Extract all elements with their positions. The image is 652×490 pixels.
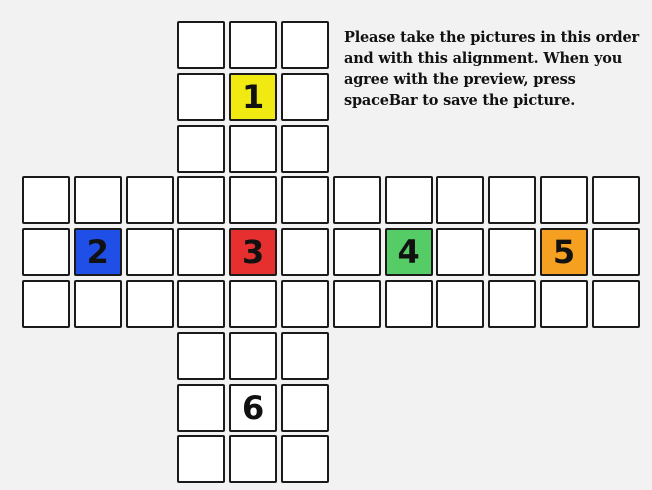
face-3-cell — [177, 280, 226, 328]
face-4-cell — [436, 280, 485, 328]
face-5-cell — [488, 228, 537, 277]
face-2-center: 2 — [73, 228, 122, 277]
face-3-center: 3 — [229, 228, 278, 277]
instructions-text: Please take the pictures in this order a… — [344, 29, 639, 109]
face-5-cell — [591, 228, 640, 277]
face-3-cell — [229, 280, 278, 328]
face-6-cell — [281, 435, 329, 484]
face-3-cell — [281, 280, 329, 328]
face-1-label: 1 — [242, 77, 265, 116]
face-2-cell — [22, 176, 70, 225]
face-1-cell — [281, 21, 329, 69]
face-4-cell — [332, 228, 381, 277]
face-6-center: 6 — [229, 383, 278, 432]
face-1-cell — [281, 72, 329, 121]
face-5-cell — [540, 280, 588, 328]
face-1-cell — [177, 72, 226, 121]
face-1-cell — [229, 21, 278, 69]
face-2-cell — [125, 228, 174, 277]
face-4-center: 4 — [384, 228, 433, 277]
face-6-cell — [281, 383, 329, 432]
face-3-cell — [177, 228, 226, 277]
face-2-label: 2 — [86, 233, 109, 272]
face-1-cell — [281, 124, 329, 173]
face-5-cell — [591, 280, 640, 328]
face-4-cell — [332, 280, 381, 328]
face-4-cell — [332, 176, 381, 225]
face-4-label: 4 — [397, 233, 420, 272]
face-3-cell — [281, 228, 329, 277]
face-2-cell — [73, 280, 122, 328]
face-6-cell — [229, 435, 278, 484]
face-3-cell — [229, 176, 278, 225]
face-1-cell — [177, 124, 226, 173]
face-3-cell — [281, 176, 329, 225]
face-4-cell — [384, 176, 433, 225]
face-6-cell — [177, 331, 226, 380]
face-2-cell — [22, 280, 70, 328]
face-6-cell — [177, 435, 226, 484]
face-5-center: 5 — [540, 228, 588, 277]
face-5-cell — [488, 280, 537, 328]
face-4-cell — [436, 176, 485, 225]
face-5-cell — [540, 176, 588, 225]
face-1-cell — [229, 124, 278, 173]
face-1-cell — [177, 21, 226, 69]
face-6-label: 6 — [242, 388, 265, 427]
face-6-cell — [229, 331, 278, 380]
face-2-cell — [125, 176, 174, 225]
face-2-cell — [73, 176, 122, 225]
face-5-label: 5 — [552, 233, 576, 272]
face-2-cell — [22, 228, 70, 277]
face-6-cell — [177, 383, 226, 432]
face-3-label: 3 — [242, 233, 265, 272]
face-1-center: 1 — [229, 72, 278, 121]
face-5-cell — [591, 176, 640, 225]
face-3-cell — [177, 176, 226, 225]
face-5-cell — [488, 176, 537, 225]
face-2-cell — [125, 280, 174, 328]
face-4-cell — [436, 228, 485, 277]
face-6-cell — [281, 331, 329, 380]
face-4-cell — [384, 280, 433, 328]
